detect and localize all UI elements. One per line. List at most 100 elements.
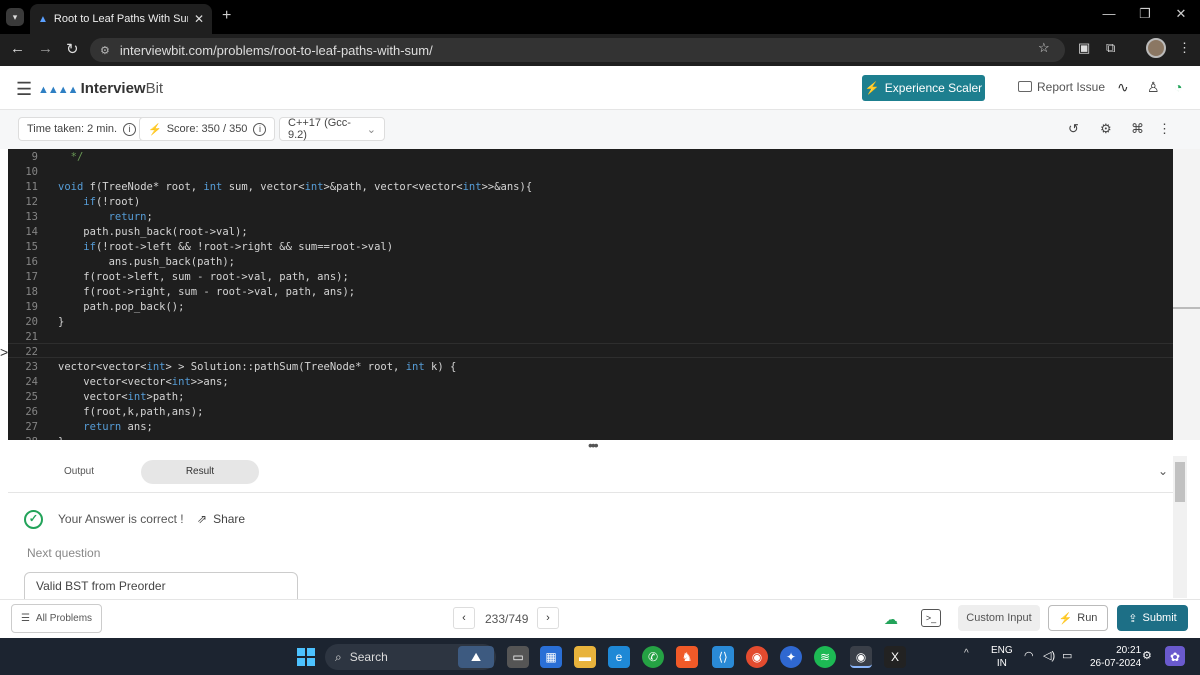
settings-icon[interactable]: ⚙ bbox=[1142, 649, 1152, 662]
restore-button[interactable]: ❐ bbox=[1130, 6, 1160, 22]
terminal-icon[interactable]: >_ bbox=[921, 609, 941, 627]
vscode-icon[interactable]: ⟨⟩ bbox=[712, 646, 734, 668]
next-question-label: Next question bbox=[27, 546, 101, 560]
taskbar-clock[interactable]: 20:21 26-07-2024 bbox=[1090, 644, 1141, 670]
forward-arrow-icon[interactable]: → bbox=[38, 40, 53, 57]
settings-gear-icon[interactable]: ⚙ bbox=[1100, 121, 1112, 137]
x-icon[interactable]: X bbox=[884, 646, 906, 668]
shortcuts-icon[interactable]: ⌘ bbox=[1131, 121, 1144, 137]
previous-problem-button[interactable]: ‹ bbox=[453, 607, 475, 629]
editor-scroll-thumb[interactable] bbox=[1173, 307, 1200, 309]
upload-icon: ⇪ bbox=[1128, 612, 1138, 625]
browser-menu-icon[interactable]: ⋮ bbox=[1178, 40, 1191, 56]
line-number: 15 bbox=[25, 241, 38, 253]
line-number: 25 bbox=[25, 391, 38, 403]
report-issue-link[interactable]: Report Issue bbox=[1018, 80, 1105, 94]
all-problems-button[interactable]: ☰ All Problems bbox=[11, 604, 102, 633]
panel-scroll-thumb[interactable] bbox=[1175, 462, 1185, 502]
chrome-icon[interactable]: ◉ bbox=[746, 646, 768, 668]
hamburger-menu-icon[interactable]: ☰ bbox=[16, 79, 32, 100]
tab-list-button[interactable]: ▾ bbox=[6, 8, 24, 26]
next-problem-button[interactable]: › bbox=[537, 607, 559, 629]
code-line: ans.push_back(path); bbox=[58, 256, 236, 268]
report-icon bbox=[1018, 81, 1032, 92]
code-line: vector<int>path; bbox=[58, 391, 185, 403]
spotify-icon[interactable]: ≋ bbox=[814, 646, 836, 668]
share-button[interactable]: ⇗ Share bbox=[197, 512, 245, 526]
editor-scrollbar[interactable] bbox=[1173, 149, 1200, 440]
reload-icon[interactable]: ↻ bbox=[66, 40, 79, 58]
language-select[interactable]: C++17 (Gcc-9.2) ⌄ bbox=[279, 117, 385, 141]
hidden-icons-caret-icon[interactable]: ^ bbox=[964, 648, 969, 659]
extensions-icon[interactable]: ⧉ bbox=[1106, 40, 1115, 56]
tab-title: Root to Leaf Paths With Sum | I bbox=[53, 13, 188, 25]
user-icon[interactable]: ♙ bbox=[1147, 79, 1160, 96]
submit-label: Submit bbox=[1142, 612, 1177, 624]
news-widget-icon[interactable]: ⛰ bbox=[458, 646, 494, 668]
panel-scrollbar[interactable] bbox=[1173, 456, 1187, 598]
windows-start-icon[interactable] bbox=[297, 648, 315, 666]
line-number: 10 bbox=[25, 166, 38, 178]
panel-resize-handle[interactable]: ••• bbox=[588, 437, 599, 453]
next-question-title: Valid BST from Preorder bbox=[36, 579, 166, 593]
close-window-button[interactable]: ✕ bbox=[1166, 6, 1196, 22]
more-options-icon[interactable]: ⋮ bbox=[1158, 121, 1171, 137]
custom-input-button[interactable]: Custom Input bbox=[958, 605, 1040, 631]
file-explorer-icon[interactable]: ▬ bbox=[574, 646, 596, 668]
all-problems-label: All Problems bbox=[35, 613, 93, 624]
lightning-icon: ⚡ bbox=[1058, 612, 1073, 625]
code-line: f(root->left, sum - root->val, path, ans… bbox=[58, 271, 349, 283]
line-number: 16 bbox=[25, 256, 38, 268]
activity-icon[interactable]: ∿ bbox=[1117, 79, 1129, 96]
info-icon[interactable]: i bbox=[123, 122, 137, 136]
reset-code-icon[interactable]: ↺ bbox=[1068, 121, 1079, 137]
chrome-active-icon[interactable]: ◉ bbox=[850, 646, 872, 668]
tab-output[interactable]: Output bbox=[20, 460, 138, 484]
reading-mode-icon[interactable]: ▣ bbox=[1078, 40, 1090, 56]
experience-scaler-label: Experience Scaler bbox=[884, 81, 983, 95]
volume-icon[interactable]: ◁) bbox=[1043, 649, 1055, 662]
code-line: path.pop_back(); bbox=[58, 301, 185, 313]
code-line: return; bbox=[108, 211, 153, 223]
experience-scaler-button[interactable]: ⚡ Experience Scaler bbox=[862, 75, 985, 101]
brave-icon[interactable]: ♞ bbox=[676, 646, 698, 668]
time-taken-pill: Time taken: 2 min. i bbox=[18, 117, 146, 141]
tab-result[interactable]: Result bbox=[141, 460, 259, 484]
logo-text: Interview bbox=[80, 80, 146, 97]
run-button[interactable]: ⚡ Run bbox=[1048, 605, 1108, 631]
notification-icon[interactable]: ◔ bbox=[1174, 79, 1182, 95]
app-icon[interactable]: ✦ bbox=[780, 646, 802, 668]
minimize-button[interactable]: — bbox=[1094, 6, 1124, 21]
info-icon[interactable]: i bbox=[253, 122, 267, 136]
lang-line-1: ENG bbox=[991, 645, 1013, 656]
battery-icon[interactable]: ▭ bbox=[1062, 649, 1072, 662]
url-text: interviewbit.com/problems/root-to-leaf-p… bbox=[119, 42, 433, 58]
panel-divider bbox=[8, 492, 1173, 493]
code-editor[interactable]: 9 10 11 12 13 14 15 16 17 18 19 20 21 22… bbox=[8, 149, 1173, 440]
wifi-icon[interactable]: ◠ bbox=[1024, 649, 1034, 662]
address-bar[interactable]: ⚙ interviewbit.com/problems/root-to-leaf… bbox=[90, 38, 1065, 62]
edge-icon[interactable]: e bbox=[608, 646, 630, 668]
code-line: if(!root->left && !root->right && sum==r… bbox=[83, 241, 394, 253]
problem-counter: 233/749 bbox=[485, 612, 529, 626]
code-line: vector<vector<int> > Solution::pathSum(T… bbox=[58, 361, 457, 373]
store-icon[interactable]: ▦ bbox=[540, 646, 562, 668]
profile-avatar[interactable] bbox=[1146, 38, 1166, 58]
share-label: Share bbox=[213, 512, 246, 526]
fold-arrow-icon[interactable]: > bbox=[0, 344, 8, 360]
bookmark-star-icon[interactable]: ☆ bbox=[1038, 40, 1050, 56]
language-indicator[interactable]: ENG IN bbox=[991, 644, 1013, 670]
browser-tab[interactable]: ▲ Root to Leaf Paths With Sum | I ✕ bbox=[30, 4, 212, 34]
site-info-icon[interactable]: ⚙ bbox=[100, 44, 110, 57]
new-tab-button[interactable]: + bbox=[222, 7, 231, 25]
line-number: 17 bbox=[25, 271, 38, 283]
chevron-down-icon[interactable]: ⌄ bbox=[1158, 464, 1168, 478]
whatsapp-icon[interactable]: ✆ bbox=[642, 646, 664, 668]
close-tab-icon[interactable]: ✕ bbox=[194, 12, 204, 26]
submit-button[interactable]: ⇪ Submit bbox=[1117, 605, 1188, 631]
back-arrow-icon[interactable]: ← bbox=[10, 40, 25, 57]
task-view-icon[interactable]: ▭ bbox=[507, 646, 529, 668]
interviewbit-logo[interactable]: ▲▲▲▲ InterviewBit bbox=[38, 80, 163, 97]
code-line: path.push_back(root->val); bbox=[58, 226, 248, 238]
copilot-icon[interactable]: ✿ bbox=[1165, 646, 1185, 666]
